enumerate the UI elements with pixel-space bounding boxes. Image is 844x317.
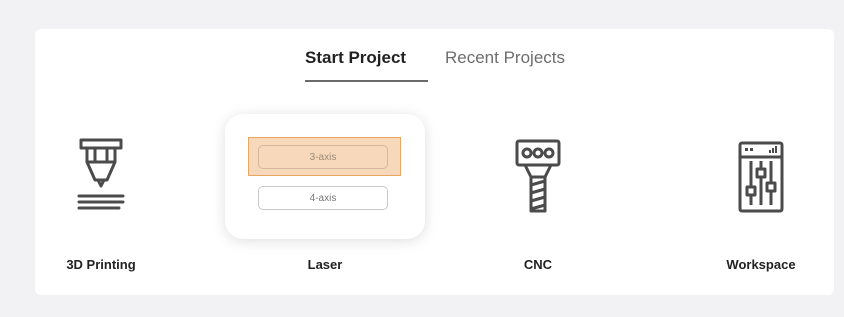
workspace-controls-icon xyxy=(738,141,784,213)
workspace-label[interactable]: Workspace xyxy=(701,257,821,272)
tab-recent-projects[interactable]: Recent Projects xyxy=(445,48,565,68)
cnc-spindle-icon xyxy=(515,139,561,213)
project-panel: Start Project Recent Projects 3D Printin… xyxy=(35,29,834,295)
3d-printing-label[interactable]: 3D Printing xyxy=(41,257,161,272)
3-axis-button[interactable]: 3-axis xyxy=(258,145,388,169)
workspace-option[interactable] xyxy=(716,137,806,217)
laser-label[interactable]: Laser xyxy=(265,257,385,272)
cnc-option[interactable] xyxy=(493,137,583,217)
3d-printer-nozzle-icon xyxy=(77,138,125,210)
3d-printing-option[interactable] xyxy=(56,137,146,217)
cnc-label[interactable]: CNC xyxy=(478,257,598,272)
4-axis-button[interactable]: 4-axis xyxy=(258,186,388,210)
tab-start-project[interactable]: Start Project xyxy=(305,48,406,68)
project-tabs: Start Project Recent Projects xyxy=(35,48,834,88)
laser-option-card: 3-axis 4-axis xyxy=(225,114,425,239)
active-tab-underline xyxy=(305,80,428,82)
